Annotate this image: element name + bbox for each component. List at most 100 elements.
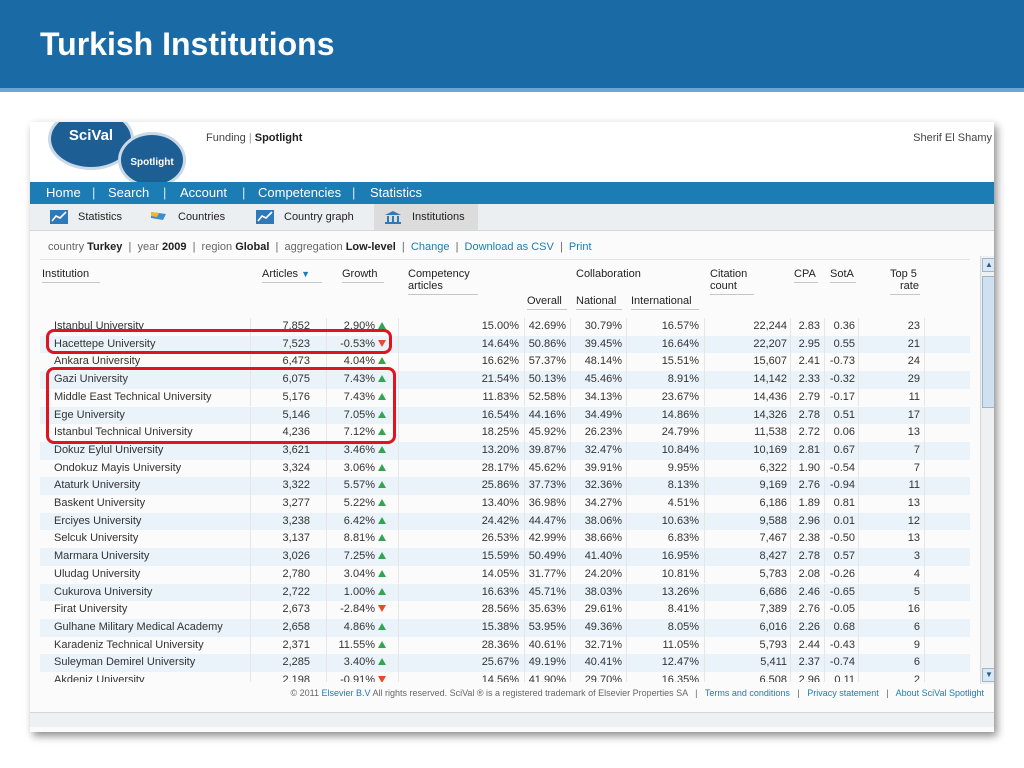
- header-sota[interactable]: SotA: [830, 268, 854, 280]
- table-row[interactable]: Gulhane Military Medical Academy 2,658 4.8…: [40, 618, 970, 637]
- header-competency[interactable]: Competency: [408, 268, 470, 280]
- column-divider: [398, 353, 399, 372]
- cell-institution-name[interactable]: Dokuz Eylul University: [54, 444, 163, 456]
- table-row[interactable]: Dokuz Eylul University 3,621 3.46% 13.20% 39…: [40, 441, 970, 460]
- table-row[interactable]: Selcuk University 3,137 8.81% 26.53% 42.99% 3…: [40, 530, 970, 549]
- column-divider: [924, 601, 925, 619]
- cell-institution-name[interactable]: Erciyes University: [54, 515, 141, 527]
- spotlight-logo[interactable]: Spotlight: [118, 132, 186, 188]
- top-nav-spotlight[interactable]: Spotlight: [255, 132, 303, 144]
- header-citation[interactable]: Citation: [710, 268, 747, 280]
- table-row[interactable]: Ataturk University 3,322 5.57% 25.86% 37.73%…: [40, 477, 970, 495]
- subtab-institutions[interactable]: Institutions: [374, 204, 478, 230]
- cell-institution-name[interactable]: Karadeniz Technical University: [54, 639, 204, 651]
- column-divider: [858, 371, 859, 389]
- nav-home[interactable]: Home: [46, 185, 81, 200]
- cell-institution-name[interactable]: Ondokuz Mayis University: [54, 462, 181, 474]
- column-divider: [824, 495, 825, 513]
- cell-national-text: 24.20%: [584, 567, 622, 580]
- cell-overall: 31.77%: [529, 568, 566, 580]
- header-growth[interactable]: Growth: [342, 268, 377, 280]
- subtab-countries[interactable]: Countries: [150, 204, 240, 230]
- cell-cpa: 2.96: [799, 674, 820, 682]
- horizontal-scrollbar[interactable]: [30, 712, 994, 727]
- header-overall[interactable]: Overall: [527, 295, 562, 307]
- cell-institution-name[interactable]: Gulhane Military Medical Academy: [54, 621, 223, 633]
- filter-region-value[interactable]: Global: [235, 241, 269, 253]
- table-row[interactable]: Marmara University 3,026 7.25% 15.59% 50.49%…: [40, 548, 970, 566]
- nav-statistics[interactable]: Statistics: [370, 185, 422, 200]
- table-row[interactable]: Firat University 2,673 -2.84% 28.56% 35.63% 2…: [40, 601, 970, 619]
- cell-competency-text: 28.56%: [481, 603, 519, 616]
- footer-copyright: © 2011: [290, 688, 319, 698]
- cell-articles: 3,322: [282, 479, 310, 491]
- column-divider: [704, 601, 705, 619]
- cell-institution-name[interactable]: Ankara University: [54, 355, 140, 367]
- table-row[interactable]: Akdeniz University 2,198 -0.91% 14.56% 41.90…: [40, 672, 970, 682]
- chart-icon: [50, 210, 68, 224]
- nav-account[interactable]: Account: [180, 185, 227, 200]
- header-institution[interactable]: Institution: [42, 268, 89, 280]
- column-divider: [626, 388, 627, 407]
- cell-institution-name[interactable]: Ataturk University: [54, 479, 140, 491]
- header-national[interactable]: National: [576, 295, 616, 307]
- table-row[interactable]: Ondokuz Mayis University 3,324 3.06% 28.17%…: [40, 459, 970, 478]
- column-divider: [626, 477, 627, 495]
- filter-country-value[interactable]: Turkey: [87, 241, 122, 253]
- table-row[interactable]: Suleyman Demirel University 2,285 3.40% 25.…: [40, 654, 970, 672]
- top-nav-funding[interactable]: Funding: [206, 132, 246, 144]
- download-csv-link[interactable]: Download as CSV: [465, 241, 554, 253]
- header-international[interactable]: International: [631, 295, 692, 307]
- cell-institution-name[interactable]: Selcuk University: [54, 532, 138, 544]
- trend-up-arrow-icon: [378, 640, 386, 648]
- filter-aggregation-value[interactable]: Low-level: [346, 241, 396, 253]
- column-divider: [524, 388, 525, 407]
- cell-institution-name[interactable]: Uludag University: [54, 568, 140, 580]
- table-row[interactable]: Cukurova University 2,722 1.00% 16.63% 45.71…: [40, 583, 970, 602]
- table-scrollbar[interactable]: ▲ ▼: [980, 256, 994, 684]
- header-articles[interactable]: Articles ▼: [262, 268, 310, 280]
- cell-citations: 6,508: [759, 674, 787, 682]
- cell-institution-name[interactable]: Marmara University: [54, 550, 149, 562]
- filter-year-value[interactable]: 2009: [162, 241, 186, 253]
- cell-institution-name[interactable]: Akdeniz University: [54, 674, 144, 682]
- cell-overall: 53.95%: [529, 621, 566, 633]
- footer-about-link[interactable]: About SciVal Spotlight: [896, 688, 984, 698]
- cell-sota: 0.06: [834, 426, 855, 438]
- cell-top5-text: 2: [913, 674, 920, 682]
- footer-terms-link[interactable]: Terms and conditions: [705, 688, 790, 698]
- cell-institution-name[interactable]: Suleyman Demirel University: [54, 656, 195, 668]
- cell-top5-text: 5: [913, 585, 920, 598]
- cell-overall-text: 50.86%: [528, 337, 566, 350]
- header-cpa[interactable]: CPA: [794, 268, 816, 280]
- table-row[interactable]: Erciyes University 3,238 6.42% 24.42% 44.47%…: [40, 512, 970, 531]
- change-link[interactable]: Change: [411, 241, 450, 253]
- cell-overall-text: 50.13%: [528, 373, 566, 386]
- cell-top5-text: 7: [913, 443, 920, 456]
- subtab-statistics[interactable]: Statistics: [50, 204, 136, 230]
- user-name[interactable]: Sherif El Shamy: [913, 132, 992, 144]
- cell-articles: 2,722: [282, 586, 310, 598]
- scroll-up-arrow-icon[interactable]: ▲: [982, 258, 994, 272]
- nav-search[interactable]: Search: [108, 185, 149, 200]
- header-top5[interactable]: Top 5: [890, 268, 917, 280]
- cell-institution-name[interactable]: Firat University: [54, 603, 127, 615]
- cell-institution-name[interactable]: Cukurova University: [54, 586, 152, 598]
- cell-citations: 6,186: [759, 497, 787, 509]
- table-row[interactable]: Baskent University 3,277 5.22% 13.40% 36.98%…: [40, 495, 970, 513]
- footer-privacy-link[interactable]: Privacy statement: [807, 688, 879, 698]
- print-link[interactable]: Print: [569, 241, 592, 253]
- column-divider: [398, 424, 399, 442]
- cell-international-text: 16.95%: [661, 550, 699, 563]
- footer-elsevier-link[interactable]: Elsevier B.V: [322, 688, 371, 698]
- main-nav: Home | Search | Account | Competencies |…: [30, 182, 994, 204]
- nav-competencies[interactable]: Competencies: [258, 185, 341, 200]
- cell-institution-name[interactable]: Baskent University: [54, 497, 145, 509]
- cell-top5: 11: [909, 479, 920, 491]
- table-row[interactable]: Uludag University 2,780 3.04% 14.05% 31.77% 2…: [40, 565, 970, 584]
- table-row[interactable]: Karadeniz Technical University 2,371 11.55…: [40, 636, 970, 655]
- scrollbar-thumb[interactable]: [982, 276, 994, 408]
- subtab-country-graph[interactable]: Country graph: [256, 204, 366, 230]
- column-divider: [570, 371, 571, 389]
- scroll-down-arrow-icon[interactable]: ▼: [982, 668, 994, 682]
